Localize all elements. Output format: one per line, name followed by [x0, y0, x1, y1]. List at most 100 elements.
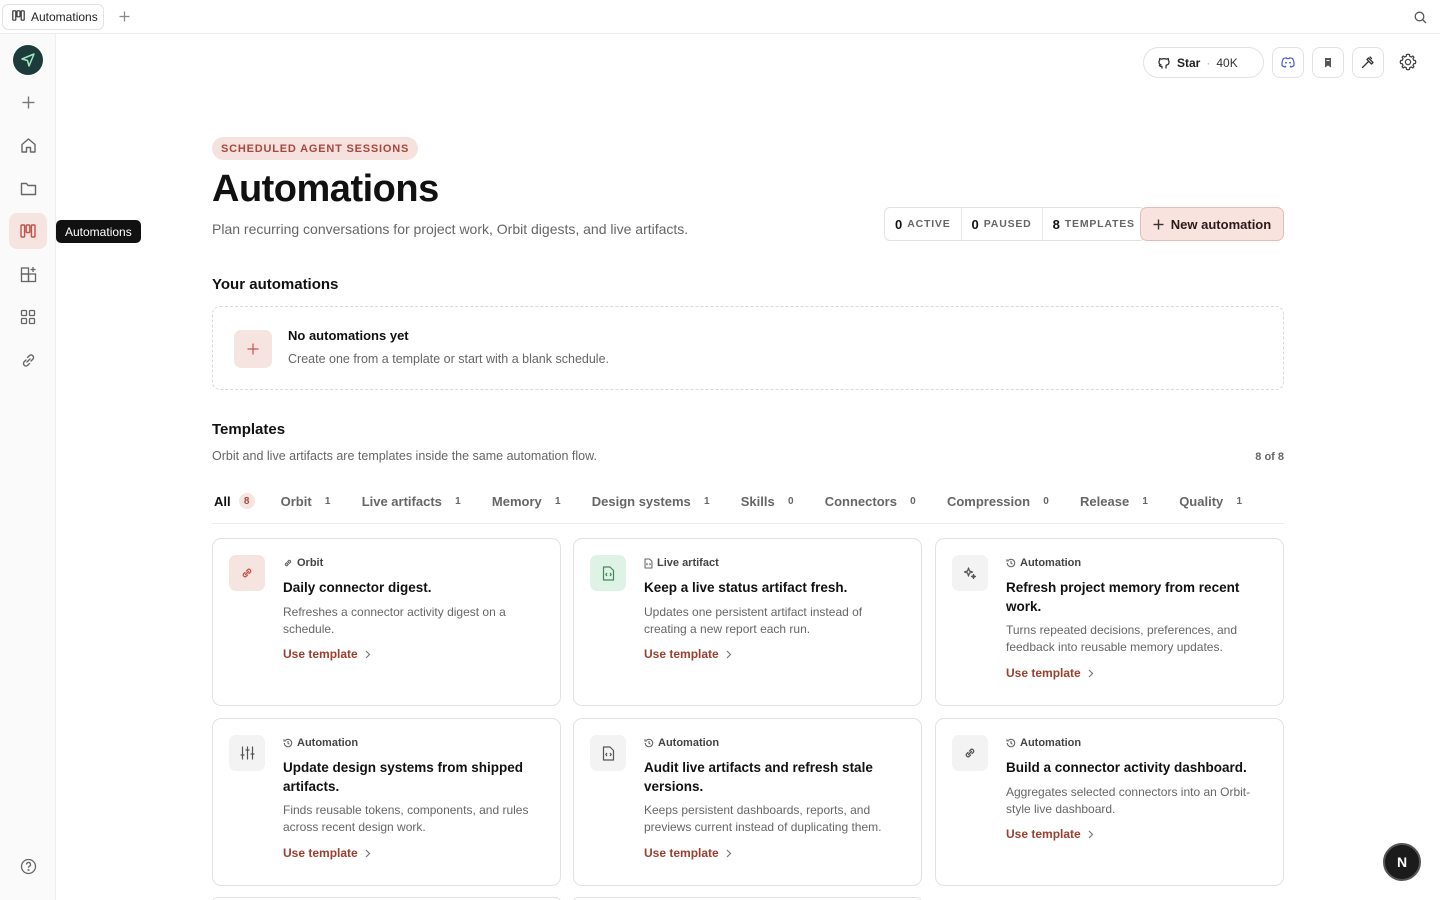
templates-description: Orbit and live artifacts are templates i…: [212, 449, 597, 463]
widget-add-icon: [20, 266, 36, 282]
star-separator: ·: [1206, 55, 1211, 70]
sliders-icon: [239, 746, 255, 760]
assistant-fab-button[interactable]: N: [1383, 843, 1421, 881]
use-template-link[interactable]: Use template: [1006, 827, 1094, 841]
automations-icon: [20, 224, 36, 238]
template-card[interactable]: Live artifact Keep a live status artifac…: [573, 538, 922, 706]
star-label: Star: [1177, 55, 1201, 70]
filter-all[interactable]: All 8: [212, 487, 257, 515]
filter-label: Orbit: [280, 493, 312, 509]
sidebar-item-home[interactable]: [9, 127, 47, 163]
sidebar-item-add-widget[interactable]: [9, 256, 47, 292]
card-description: Finds reusable tokens, components, and r…: [283, 803, 529, 834]
add-automation-button[interactable]: [234, 330, 272, 368]
filter-count: 0: [787, 495, 794, 507]
cursor-logo-icon: [21, 53, 35, 67]
fab-label: N: [1396, 854, 1408, 870]
empty-automations-box: No automations yet Create one from a tem…: [212, 306, 1284, 390]
filter-design-systems[interactable]: Design systems 1: [590, 487, 717, 515]
filter-compression[interactable]: Compression 0: [945, 487, 1056, 515]
use-template-label: Use template: [644, 647, 719, 661]
card-kind-label: Orbit: [297, 557, 324, 569]
stat-label: ACTIVE: [907, 218, 951, 230]
sidebar-item-projects[interactable]: [9, 170, 47, 206]
code-file-icon: [602, 745, 614, 761]
code-file-icon: [602, 565, 614, 581]
card-description: Updates one persistent artifact instead …: [644, 605, 863, 636]
filter-memory[interactable]: Memory 1: [490, 487, 568, 515]
history-icon: [644, 738, 654, 748]
app-logo[interactable]: [13, 45, 43, 75]
filter-release[interactable]: Release 1: [1078, 487, 1155, 515]
hammer-icon: [1361, 55, 1374, 68]
settings-button[interactable]: [1396, 50, 1420, 74]
your-automations-title: Your automations: [212, 276, 339, 293]
filter-label: Connectors: [824, 493, 897, 509]
filter-live-artifacts[interactable]: Live artifacts 1: [360, 487, 468, 515]
use-template-label: Use template: [644, 846, 719, 860]
tools-button[interactable]: [1352, 47, 1384, 78]
tab-automations[interactable]: Automations: [2, 4, 104, 30]
template-card[interactable]: Automation Audit live artifacts and refr…: [573, 718, 922, 886]
card-icon: [229, 555, 265, 591]
sidebar-item-automations[interactable]: [9, 213, 47, 249]
stat-value: 0: [895, 216, 903, 232]
stat-value: 0: [971, 216, 979, 232]
card-description: Keeps persistent dashboards, reports, an…: [644, 803, 882, 834]
filter-count: 1: [554, 495, 561, 507]
card-kind: Orbit: [283, 557, 323, 569]
chevron-right-icon: [1088, 669, 1094, 677]
filter-label: Quality: [1179, 493, 1224, 509]
plus-icon: [1153, 219, 1164, 229]
bookmark-button[interactable]: [1312, 47, 1344, 78]
filter-skills[interactable]: Skills 0: [739, 487, 801, 515]
use-template-link[interactable]: Use template: [1006, 666, 1094, 680]
filter-label: Skills: [740, 493, 775, 509]
card-kind: Automation: [1006, 737, 1081, 749]
use-template-link[interactable]: Use template: [283, 647, 371, 661]
stat-templates: 8 TEMPLATES: [1043, 208, 1145, 240]
card-icon: [590, 555, 626, 591]
sidebar-item-new[interactable]: [9, 84, 47, 120]
use-template-link[interactable]: Use template: [283, 846, 371, 860]
card-kind-label: Automation: [297, 737, 359, 749]
link-icon: [22, 353, 34, 367]
tab-label: Automations: [31, 10, 98, 24]
github-star-button[interactable]: Star · 40K: [1143, 47, 1264, 78]
new-automation-button[interactable]: New automation: [1140, 207, 1284, 241]
use-template-link[interactable]: Use template: [644, 846, 732, 860]
chevron-right-icon: [726, 650, 732, 658]
filter-count: 1: [1142, 495, 1148, 507]
history-icon: [283, 738, 293, 748]
card-icon: [952, 735, 988, 771]
filter-connectors[interactable]: Connectors 0: [823, 487, 923, 515]
filter-label: Design systems: [591, 493, 691, 509]
search-button[interactable]: [1412, 9, 1428, 25]
filter-quality[interactable]: Quality 1: [1177, 487, 1249, 515]
use-template-label: Use template: [283, 647, 358, 661]
link-icon: [242, 568, 252, 578]
filter-orbit[interactable]: Orbit 1: [279, 487, 338, 515]
card-icon: [229, 735, 265, 771]
sidebar-item-apps[interactable]: [9, 299, 47, 335]
card-title: Keep a live status artifact fresh.: [644, 580, 848, 595]
filter-label: Live artifacts: [361, 493, 442, 509]
sidebar-item-connectors[interactable]: [9, 342, 47, 378]
template-card[interactable]: Automation Refresh project memory from r…: [935, 538, 1284, 706]
use-template-label: Use template: [1006, 827, 1081, 841]
sidebar-item-help[interactable]: [9, 848, 47, 884]
card-kind: Automation: [1006, 557, 1081, 569]
card-title: Daily connector digest.: [283, 580, 432, 595]
filter-label: Release: [1080, 493, 1130, 509]
filter-label: All: [214, 493, 231, 509]
use-template-link[interactable]: Use template: [644, 647, 732, 661]
template-card[interactable]: Automation Update design systems from sh…: [212, 718, 561, 886]
chevron-right-icon: [726, 849, 732, 857]
card-kind-label: Live artifact: [657, 557, 719, 569]
template-card[interactable]: Orbit Daily connector digest. Refreshes …: [212, 538, 561, 706]
card-kind: Automation: [283, 737, 358, 749]
discord-button[interactable]: [1272, 47, 1304, 78]
templates-title: Templates: [212, 421, 286, 438]
new-tab-button[interactable]: [116, 8, 132, 24]
template-card[interactable]: Automation Build a connector activity da…: [935, 718, 1284, 886]
